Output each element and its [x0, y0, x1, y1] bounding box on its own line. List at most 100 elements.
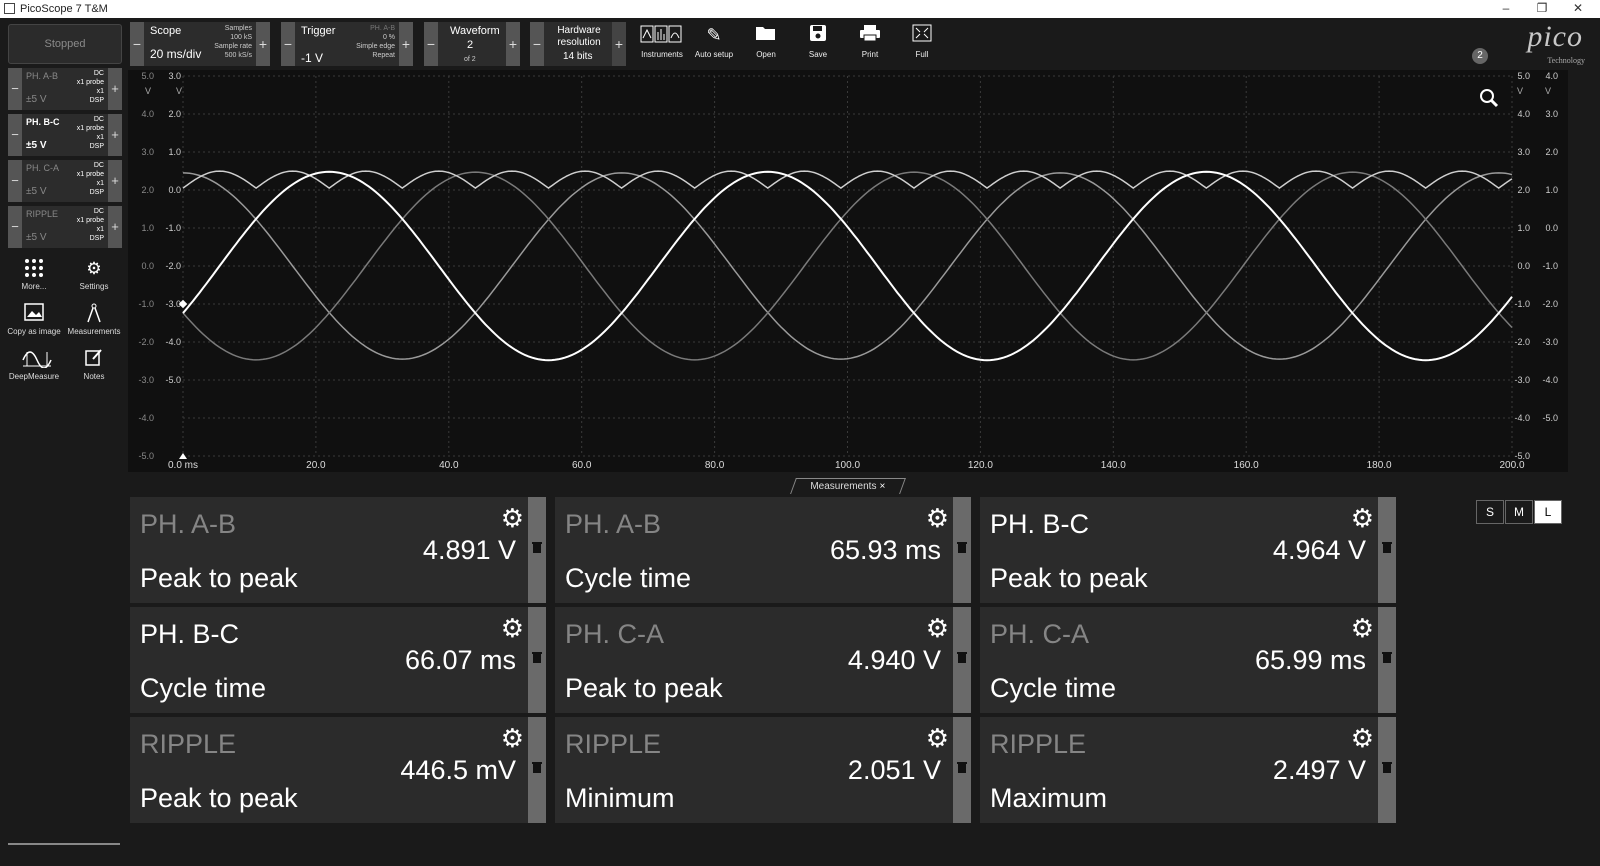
- save-button[interactable]: Save: [793, 22, 843, 64]
- range-increase-button[interactable]: +: [108, 114, 122, 156]
- channel-ripple[interactable]: − RIPPLE ±5 V DC x1 probe x1 DSP +: [8, 206, 122, 248]
- gear-icon[interactable]: ⚙: [1351, 613, 1374, 644]
- delete-bar[interactable]: [953, 607, 971, 713]
- range-decrease-button[interactable]: −: [8, 68, 22, 110]
- measurement-channel: PH. C-A: [990, 619, 1090, 649]
- resolution-decrease-button[interactable]: −: [530, 22, 544, 66]
- gear-icon[interactable]: ⚙: [926, 723, 949, 754]
- measurement-card[interactable]: PH. B-C ⚙ 4.964 V Peak to peak: [980, 497, 1396, 603]
- trash-icon[interactable]: [1381, 761, 1393, 775]
- card-size-selector: S M L: [1476, 500, 1562, 524]
- gear-icon[interactable]: ⚙: [1351, 503, 1374, 534]
- measurement-card[interactable]: PH. B-C ⚙ 66.07 ms Cycle time: [130, 607, 546, 713]
- measurement-card[interactable]: PH. C-A ⚙ 4.940 V Peak to peak: [555, 607, 971, 713]
- auto-setup-button[interactable]: ✎ Auto setup: [689, 22, 739, 64]
- waveform-plot[interactable]: 0.0 ms 20.0 40.0 60.0 80.0 100.0 120.0 140.0 160…: [128, 70, 1568, 472]
- open-button[interactable]: Open: [741, 22, 791, 64]
- scope-view[interactable]: 0.0 ms 20.0 40.0 60.0 80.0 100.0 120.0 140.0 160…: [128, 70, 1568, 472]
- zoom-icon[interactable]: [1480, 89, 1499, 108]
- deepmeasure-button[interactable]: DeepMeasure: [4, 346, 64, 388]
- notification-badge[interactable]: 2: [1472, 48, 1488, 64]
- gear-icon[interactable]: ⚙: [501, 503, 524, 534]
- y-tick-label-left-active: 2.0: [168, 109, 181, 119]
- delete-bar[interactable]: [528, 717, 546, 823]
- trash-icon[interactable]: [531, 761, 543, 775]
- waveform-next-button[interactable]: +: [506, 22, 520, 66]
- trash-icon[interactable]: [531, 541, 543, 555]
- note-edit-icon: [82, 348, 106, 370]
- trigger-decrease-button[interactable]: −: [281, 22, 295, 66]
- delete-bar[interactable]: [953, 717, 971, 823]
- range-increase-button[interactable]: +: [108, 160, 122, 202]
- x-tick-label: 40.0: [439, 460, 459, 471]
- measurement-name: Cycle time: [565, 563, 692, 593]
- measurement-card[interactable]: RIPPLE ⚙ 2.051 V Minimum: [555, 717, 971, 823]
- timebase-value[interactable]: 20 ms/div: [150, 47, 201, 61]
- trigger-level[interactable]: -1 V: [301, 51, 323, 65]
- size-medium-button[interactable]: M: [1505, 500, 1533, 524]
- settings-button[interactable]: ⚙ Settings: [64, 256, 124, 298]
- image-icon: [22, 303, 46, 325]
- axis-unit-label: V: [176, 86, 182, 96]
- range-decrease-button[interactable]: −: [8, 206, 22, 248]
- close-tab-icon[interactable]: ×: [879, 481, 885, 492]
- measurement-card[interactable]: PH. A-B ⚙ 4.891 V Peak to peak: [130, 497, 546, 603]
- trash-icon[interactable]: [956, 651, 968, 665]
- delete-bar[interactable]: [528, 607, 546, 713]
- measurement-card[interactable]: RIPPLE ⚙ 446.5 mV Peak to peak: [130, 717, 546, 823]
- waveform-label: Waveform: [450, 25, 500, 37]
- y-tick-label-right: 2.0: [1517, 185, 1530, 195]
- measurement-name: Peak to peak: [565, 673, 723, 703]
- close-window-button[interactable]: ✕: [1560, 0, 1596, 18]
- channel-ph-ab[interactable]: − PH. A-B ±5 V DC x1 probe x1 DSP +: [8, 68, 122, 110]
- channel-ph-bc[interactable]: − PH. B-C ±5 V DC x1 probe x1 DSP +: [8, 114, 122, 156]
- gear-icon[interactable]: ⚙: [926, 613, 949, 644]
- waveform-total: of 2: [464, 56, 476, 63]
- full-screen-button[interactable]: Full: [897, 22, 947, 64]
- restore-button[interactable]: ❐: [1524, 0, 1560, 18]
- trigger-increase-button[interactable]: +: [399, 22, 413, 66]
- trash-icon[interactable]: [531, 651, 543, 665]
- trash-icon[interactable]: [1381, 651, 1393, 665]
- delete-bar[interactable]: [953, 497, 971, 603]
- range-decrease-button[interactable]: −: [8, 114, 22, 156]
- timebase-decrease-button[interactable]: −: [130, 22, 144, 66]
- measurement-card[interactable]: PH. A-B ⚙ 65.93 ms Cycle time: [555, 497, 971, 603]
- measurement-card[interactable]: PH. C-A ⚙ 65.99 ms Cycle time: [980, 607, 1396, 713]
- channel-ph-ca[interactable]: − PH. C-A ±5 V DC x1 probe x1 DSP +: [8, 160, 122, 202]
- delete-bar[interactable]: [1378, 717, 1396, 823]
- print-button[interactable]: Print: [845, 22, 895, 64]
- trash-icon[interactable]: [956, 541, 968, 555]
- trash-icon[interactable]: [956, 761, 968, 775]
- y-tick-label-right: -4.0: [1514, 413, 1530, 423]
- gear-icon[interactable]: ⚙: [501, 723, 524, 754]
- tab-measurements[interactable]: Measurements ×: [790, 478, 906, 494]
- instruments-button[interactable]: Instruments: [637, 22, 687, 64]
- trash-icon[interactable]: [1381, 541, 1393, 555]
- resolution-increase-button[interactable]: +: [612, 22, 626, 66]
- measurements-button[interactable]: Measurements: [64, 301, 124, 343]
- range-increase-button[interactable]: +: [108, 68, 122, 110]
- minimize-button[interactable]: –: [1488, 0, 1524, 18]
- gear-icon[interactable]: ⚙: [926, 503, 949, 534]
- x-tick-label: 160.0: [1234, 460, 1259, 471]
- x-tick-label: 60.0: [572, 460, 592, 471]
- waveform-prev-button[interactable]: −: [424, 22, 438, 66]
- timebase-increase-button[interactable]: +: [256, 22, 270, 66]
- range-increase-button[interactable]: +: [108, 206, 122, 248]
- y-tick-label-right-b: 2.0: [1545, 147, 1558, 157]
- scope-control: − Scope 20 ms/div Samples 100 kS Sample ra…: [130, 22, 270, 66]
- measurement-card[interactable]: RIPPLE ⚙ 2.497 V Maximum: [980, 717, 1396, 823]
- size-large-button[interactable]: L: [1534, 500, 1562, 524]
- gear-icon[interactable]: ⚙: [501, 613, 524, 644]
- size-small-button[interactable]: S: [1476, 500, 1504, 524]
- notes-button[interactable]: Notes: [64, 346, 124, 388]
- delete-bar[interactable]: [1378, 607, 1396, 713]
- run-stop-button[interactable]: Stopped: [8, 24, 122, 64]
- gear-icon[interactable]: ⚙: [1351, 723, 1374, 754]
- copy-as-image-button[interactable]: Copy as image: [4, 301, 64, 343]
- range-decrease-button[interactable]: −: [8, 160, 22, 202]
- more-button[interactable]: More...: [4, 256, 64, 298]
- delete-bar[interactable]: [1378, 497, 1396, 603]
- delete-bar[interactable]: [528, 497, 546, 603]
